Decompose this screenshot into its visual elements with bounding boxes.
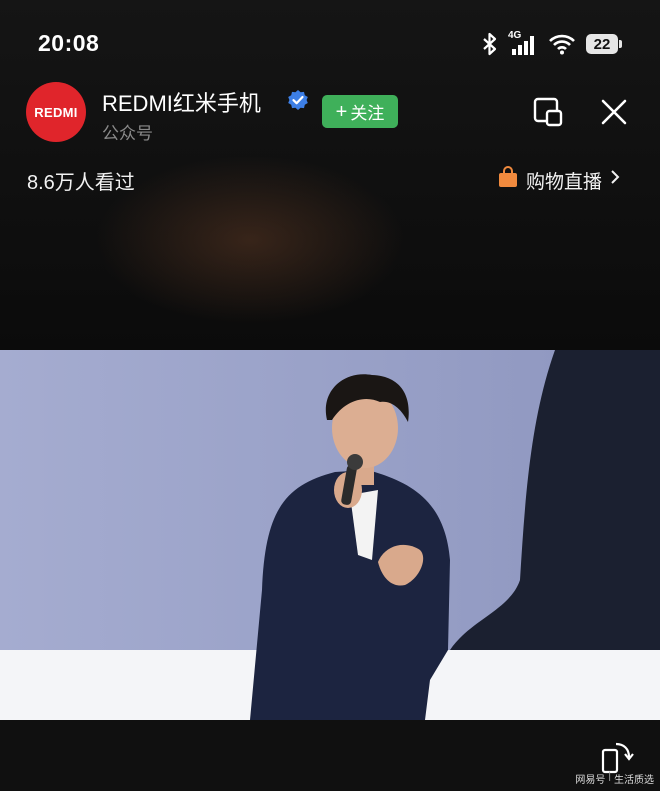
account-type: 公众号 (102, 124, 153, 143)
live-video-player[interactable] (0, 350, 660, 720)
viewer-count: 8.6万人看过 (27, 172, 135, 194)
chevron-right-icon (610, 169, 620, 191)
shopping-bag-icon (498, 166, 518, 194)
follow-label: 关注 (350, 104, 385, 123)
avatar[interactable]: REDMI (26, 82, 86, 142)
wifi-icon (548, 33, 576, 55)
signal-icon: 4G (508, 30, 538, 55)
account-header: REDMI REDMI红米手机 公众号 + 关注 (26, 82, 628, 143)
status-time: 20:08 (38, 30, 100, 56)
video-frame (0, 350, 660, 720)
close-icon[interactable] (600, 98, 628, 126)
battery-icon: 22 (586, 34, 622, 54)
bluetooth-icon (482, 32, 498, 56)
bottom-bar (0, 720, 660, 791)
floating-window-icon[interactable] (532, 96, 564, 128)
watermark-left: 网易号 (575, 775, 606, 786)
shopping-live-label: 购物直播 (525, 171, 602, 193)
verified-icon (287, 89, 309, 111)
watermark: 网易号 | 生活质选 (575, 771, 654, 786)
status-bar: 20:08 4G 22 (0, 0, 660, 88)
shopping-live-link[interactable]: 购物直播 (498, 166, 620, 194)
rotate-screen-icon[interactable] (600, 740, 634, 774)
follow-button[interactable]: + 关注 (322, 95, 398, 128)
avatar-logo-text: REDMI (34, 104, 78, 120)
status-icons: 4G 22 (482, 30, 622, 58)
watermark-right: 生活质选 (614, 775, 654, 786)
account-name[interactable]: REDMI红米手机 (102, 86, 261, 118)
battery-level: 22 (586, 34, 618, 54)
plus-icon: + (335, 100, 348, 123)
